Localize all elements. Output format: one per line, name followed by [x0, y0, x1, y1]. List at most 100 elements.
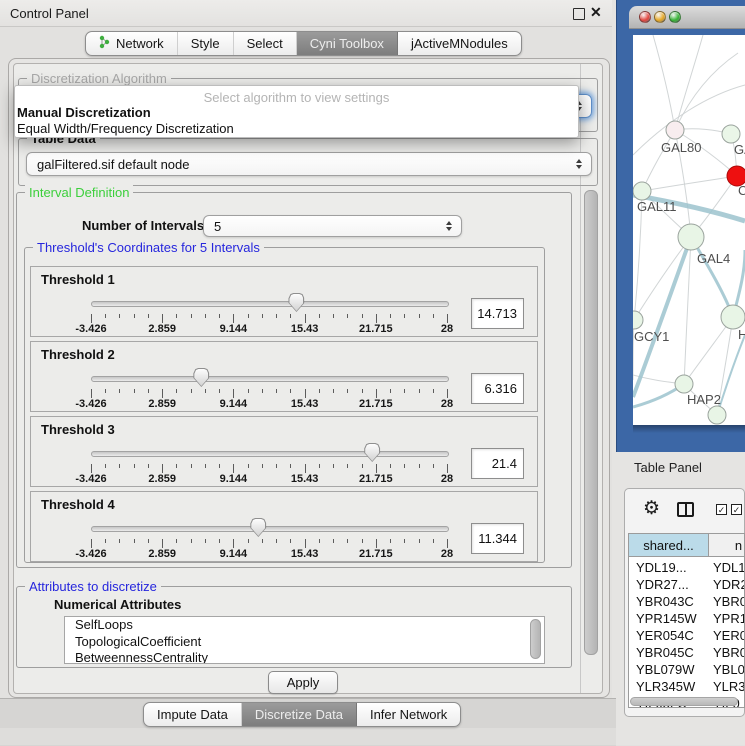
node-label: GCY1 — [634, 329, 669, 344]
table-data-combobox[interactable]: galFiltered.sif default node — [26, 152, 592, 176]
slider-track[interactable] — [91, 301, 449, 307]
split-view-icon[interactable] — [677, 502, 694, 517]
network-node-ga[interactable] — [722, 125, 740, 143]
tick-mark — [333, 314, 334, 318]
tick-mark — [404, 389, 405, 393]
tab-jactivemnodules[interactable]: jActiveMNodules — [398, 32, 521, 55]
apply-button[interactable]: Apply — [268, 671, 338, 694]
minimize-light[interactable] — [654, 11, 666, 23]
tick-mark — [205, 539, 206, 543]
tick-mark — [276, 389, 277, 393]
table-cell[interactable]: YBL0 — [713, 661, 745, 678]
zoom-light[interactable] — [669, 11, 681, 23]
table-cell[interactable]: YBR0 — [713, 644, 745, 661]
table-cell[interactable]: YBR045C — [636, 644, 694, 661]
network-node-gal80[interactable] — [666, 121, 684, 139]
tick-mark — [148, 314, 149, 318]
control-panel-title: Control Panel — [10, 6, 89, 21]
axis-tick-label: 9.144 — [220, 323, 248, 335]
tick-mark — [404, 314, 405, 318]
tick-mark — [219, 539, 220, 543]
network-node[interactable] — [708, 406, 726, 424]
network-edge — [675, 35, 703, 130]
bottom-tab-label: Discretize Data — [255, 707, 343, 722]
menu-item-equal-width-frequency[interactable]: Equal Width/Frequency Discretization — [17, 121, 234, 136]
number-of-intervals-spinner[interactable]: 5 — [203, 215, 462, 237]
tick-mark — [376, 539, 377, 548]
table-cell[interactable]: YBL079W — [636, 661, 695, 678]
tab-network[interactable]: Network — [86, 32, 178, 55]
axis-tick-label: 28 — [441, 398, 453, 410]
table-cell[interactable]: YER0 — [713, 627, 745, 644]
table-cell[interactable]: YDL19... — [636, 559, 687, 576]
menu-item-manual-discretization[interactable]: Manual Discretization — [17, 105, 151, 120]
number-of-intervals-value: 5 — [214, 219, 221, 234]
threshold-value-field[interactable]: 14.713 — [471, 298, 524, 329]
network-node-h[interactable] — [721, 305, 745, 329]
close-light[interactable] — [639, 11, 651, 23]
tab-select[interactable]: Select — [234, 32, 297, 55]
bottom-tab-discretize-data[interactable]: Discretize Data — [242, 703, 357, 726]
list-item[interactable]: SelfLoops — [65, 617, 544, 634]
list-item[interactable]: BetweennessCentrality — [65, 650, 544, 664]
table-cell[interactable]: YLR3 — [713, 678, 745, 695]
slider-track[interactable] — [91, 376, 449, 382]
threshold-value-field[interactable]: 21.4 — [471, 448, 524, 479]
tick-mark — [305, 389, 306, 398]
tick-mark — [290, 314, 291, 318]
list-item[interactable]: TopologicalCoefficient — [65, 634, 544, 651]
network-edge — [675, 53, 738, 130]
threshold-label: Threshold 1 — [41, 272, 115, 287]
tick-mark — [148, 389, 149, 393]
slider-track[interactable] — [91, 526, 449, 532]
gear-icon[interactable]: ⚙ — [643, 499, 660, 518]
tab-style[interactable]: Style — [178, 32, 234, 55]
numerical-attributes-list[interactable]: SelfLoopsTopologicalCoefficientBetweenne… — [64, 616, 545, 664]
tab-label: Network — [116, 36, 164, 51]
column-header-name[interactable]: n — [709, 534, 745, 557]
slider-handle[interactable] — [193, 368, 209, 387]
table-cell[interactable]: YDR2 — [713, 576, 745, 593]
table-cell[interactable]: YBR043C — [636, 593, 694, 610]
close-icon[interactable]: ✕ — [590, 4, 602, 21]
network-window-titlebar[interactable] — [629, 6, 745, 29]
tick-mark — [162, 389, 163, 398]
threshold-value-field[interactable]: 6.316 — [471, 373, 524, 404]
bottom-tab-infer-network[interactable]: Infer Network — [357, 703, 460, 726]
vertical-scrollbar[interactable] — [584, 190, 598, 655]
column-header-shared-name[interactable]: shared... — [629, 534, 709, 557]
list-scrollbar[interactable] — [530, 619, 541, 659]
slider-handle[interactable] — [250, 518, 266, 537]
network-canvas[interactable]: GAL80GACGAL11GAL4GCY1HHAP2 — [633, 35, 745, 425]
axis-tick-label: 28 — [441, 548, 453, 560]
tick-mark — [333, 389, 334, 393]
table-cell[interactable]: YLR345W — [636, 678, 695, 695]
table-cell[interactable]: YPR145W — [636, 610, 697, 627]
slider-track[interactable] — [91, 451, 449, 457]
bottom-tab-impute-data[interactable]: Impute Data — [144, 703, 242, 726]
table-cell[interactable]: YDR27... — [636, 576, 689, 593]
slider-handle[interactable] — [364, 443, 380, 462]
network-node-gcy1[interactable] — [633, 311, 643, 329]
tick-mark — [162, 464, 163, 473]
network-edge — [634, 237, 691, 320]
network-node-gal11[interactable] — [633, 182, 651, 200]
horizontal-scrollbar[interactable] — [630, 697, 738, 706]
table-cell[interactable]: YBR0 — [713, 593, 745, 610]
threshold-label: Threshold 2 — [41, 347, 115, 362]
threshold-value-field[interactable]: 11.344 — [471, 523, 524, 554]
slider-handle[interactable] — [288, 293, 304, 312]
network-node-hap2[interactable] — [675, 375, 693, 393]
checkbox-icon[interactable]: ✓ — [716, 504, 727, 515]
network-node-gal4[interactable] — [678, 224, 704, 250]
tick-mark — [419, 539, 420, 543]
tab-cyni-toolbox[interactable]: Cyni Toolbox — [297, 32, 398, 55]
table-cell[interactable]: YPR1 — [713, 610, 745, 627]
tick-mark — [134, 464, 135, 468]
checkbox-icon[interactable]: ✓ — [731, 504, 742, 515]
table-cell[interactable]: YDL1 — [713, 559, 745, 576]
table-cell[interactable]: YER054C — [636, 627, 694, 644]
tick-mark — [362, 389, 363, 393]
tick-mark — [404, 464, 405, 468]
float-window-icon[interactable] — [573, 8, 585, 20]
